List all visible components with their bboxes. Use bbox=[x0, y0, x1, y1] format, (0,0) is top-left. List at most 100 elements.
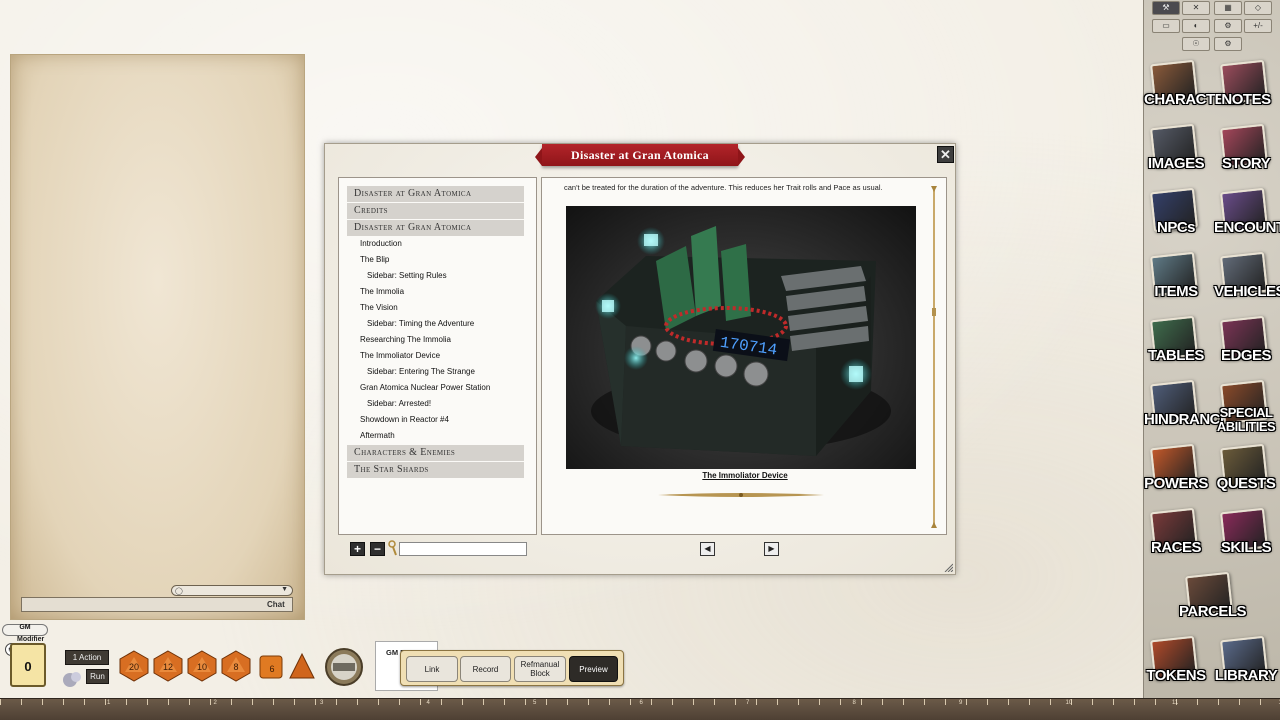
sidebar-item-tokens[interactable]: TOKENS bbox=[1144, 634, 1208, 696]
chip-icon[interactable] bbox=[324, 647, 364, 687]
action-button[interactable]: 1 Action bbox=[65, 650, 109, 665]
chat-mode-dropdown[interactable]: ◯ ▼ bbox=[171, 585, 293, 596]
previous-page-button[interactable]: ◀ bbox=[700, 542, 715, 556]
die-label: 8 bbox=[233, 662, 238, 672]
toc-item[interactable]: Credits bbox=[347, 203, 524, 219]
ruler-number[interactable]: 3 bbox=[320, 700, 323, 706]
d10-icon[interactable]: 10 bbox=[186, 650, 218, 682]
close-icon[interactable]: ✕ bbox=[937, 146, 954, 163]
sidebar-item-special-abilities[interactable]: SPECIAL ABILITIES bbox=[1214, 378, 1278, 440]
modifier-value[interactable]: 0 bbox=[10, 643, 46, 687]
figure-caption[interactable]: The Immoliator Device bbox=[542, 471, 948, 480]
toc-item[interactable]: Sidebar: Entering The Strange bbox=[367, 367, 475, 376]
toc-item[interactable]: Sidebar: Arrested! bbox=[367, 399, 431, 408]
ruler-number[interactable]: 6 bbox=[640, 700, 643, 706]
ruler-tick bbox=[756, 699, 757, 705]
toc-item[interactable]: The Vision bbox=[360, 303, 398, 312]
d20-icon[interactable]: 20 bbox=[118, 650, 150, 682]
chat-input[interactable] bbox=[21, 597, 293, 612]
sidebar-item-label: SKILLS bbox=[1214, 540, 1278, 555]
sidebar-item-parcels[interactable]: PARCELS bbox=[1179, 570, 1243, 632]
mode-button-record[interactable]: Record bbox=[460, 656, 511, 682]
d12-icon[interactable]: 12 bbox=[152, 650, 184, 682]
sidebar-item-hindrances[interactable]: HINDRANCES bbox=[1144, 378, 1208, 440]
dice-tool-icon[interactable]: ▦ bbox=[1214, 1, 1242, 15]
ruler-number[interactable]: 10 bbox=[1066, 700, 1073, 706]
chat-panel: ◯ ▼ Chat bbox=[10, 54, 305, 620]
dice-bag-icon[interactable] bbox=[60, 668, 84, 688]
toc-item[interactable]: The Blip bbox=[360, 255, 389, 264]
toc-item[interactable]: The Immoliator Device bbox=[360, 351, 440, 360]
ruler-number[interactable]: 1 bbox=[107, 700, 110, 706]
ruler-number[interactable]: 9 bbox=[959, 700, 962, 706]
mode-button-link[interactable]: Link bbox=[406, 656, 458, 682]
toc-item[interactable]: Gran Atomica Nuclear Power Station bbox=[360, 383, 490, 392]
tokens-tool-icon[interactable]: ✕ bbox=[1182, 1, 1210, 15]
sidebar-item-edges[interactable]: EDGES bbox=[1214, 314, 1278, 376]
toc-item[interactable]: Sidebar: Setting Rules bbox=[367, 271, 447, 280]
mode-button-refmanual-block[interactable]: Refmanual Block bbox=[514, 656, 566, 682]
toc-item[interactable]: Aftermath bbox=[360, 431, 395, 440]
ruler-tick bbox=[882, 699, 883, 705]
collapse-all-button[interactable]: − bbox=[370, 542, 385, 556]
toc-item[interactable]: Disaster at Gran Atomica bbox=[347, 220, 524, 236]
sidebar-item-npcs[interactable]: NPCs bbox=[1144, 186, 1208, 248]
toc-item[interactable]: Disaster at Gran Atomica bbox=[347, 186, 524, 202]
toc-item[interactable]: Introduction bbox=[360, 239, 402, 248]
options-tool-icon[interactable]: ◇ bbox=[1244, 1, 1272, 15]
run-button[interactable]: Run bbox=[86, 669, 109, 684]
die-label: 12 bbox=[163, 662, 173, 672]
search-input[interactable] bbox=[399, 542, 527, 556]
sidebar-item-tables[interactable]: TABLES bbox=[1144, 314, 1208, 376]
sidebar-item-characters[interactable]: CHARACTERS bbox=[1144, 58, 1208, 120]
toc-item[interactable]: Showdown in Reactor #4 bbox=[360, 415, 449, 424]
sidebar-item-story[interactable]: STORY bbox=[1214, 122, 1278, 184]
chat-send-button[interactable]: Chat bbox=[267, 600, 285, 609]
lighting-tool-icon[interactable]: ▭ bbox=[1152, 19, 1180, 33]
sidebar-item-skills[interactable]: SKILLS bbox=[1214, 506, 1278, 568]
ruler-tick bbox=[105, 699, 106, 705]
scrollbar[interactable] bbox=[931, 186, 937, 528]
sidebar-item-items[interactable]: ITEMS bbox=[1144, 250, 1208, 312]
gear-icon[interactable]: ⚙ bbox=[1214, 37, 1242, 51]
pointer-tool-icon[interactable]: ⚒ bbox=[1152, 1, 1180, 15]
sidebar-item-quests[interactable]: QUESTS bbox=[1214, 442, 1278, 504]
ruler-tick bbox=[609, 699, 610, 705]
immoliator-device-image[interactable]: 170714 bbox=[566, 206, 916, 469]
ruler-tick bbox=[483, 699, 484, 705]
modifier-tool-icon[interactable]: +/- bbox=[1244, 19, 1272, 33]
sidebar-item-races[interactable]: RACES bbox=[1144, 506, 1208, 568]
sidebar-item-encounters[interactable]: ENCOUNTERS bbox=[1214, 186, 1278, 248]
sidebar-item-powers[interactable]: POWERS bbox=[1144, 442, 1208, 504]
toc-item[interactable]: Researching The Immolia bbox=[360, 335, 451, 344]
mask-tool-icon[interactable]: ◐ bbox=[1182, 19, 1210, 33]
resize-grip-icon[interactable] bbox=[943, 562, 953, 572]
ruler-number[interactable]: 7 bbox=[746, 700, 749, 706]
toc-item[interactable]: Sidebar: Timing the Adventure bbox=[367, 319, 474, 328]
sidebar-item-images[interactable]: IMAGES bbox=[1144, 122, 1208, 184]
party-tool-icon[interactable]: ☉ bbox=[1182, 37, 1210, 51]
d4-icon[interactable] bbox=[288, 650, 320, 682]
next-page-button[interactable]: ▶ bbox=[764, 542, 779, 556]
sidebar-item-label: SPECIAL ABILITIES bbox=[1214, 406, 1278, 434]
ruler-number[interactable]: 11 bbox=[1172, 700, 1178, 706]
ruler-tick bbox=[210, 699, 211, 705]
ruler-tick bbox=[462, 699, 463, 705]
mode-button-preview[interactable]: Preview bbox=[569, 656, 618, 682]
sidebar-item-library[interactable]: LIBRARY bbox=[1214, 634, 1278, 696]
toc-item[interactable]: The Immolia bbox=[360, 287, 404, 296]
settings-tool-icon[interactable]: ⚙ bbox=[1214, 19, 1242, 33]
die-label: 20 bbox=[129, 662, 139, 672]
ruler-number[interactable]: 8 bbox=[853, 700, 856, 706]
ruler-number[interactable]: 4 bbox=[427, 700, 430, 706]
expand-all-button[interactable]: + bbox=[350, 542, 365, 556]
sidebar-item-notes[interactable]: NOTES bbox=[1214, 58, 1278, 120]
toc-item[interactable]: Characters & Enemies bbox=[347, 445, 524, 461]
ruler-tick bbox=[1029, 699, 1030, 705]
d8-icon[interactable]: 8 bbox=[220, 650, 252, 682]
d6-icon[interactable]: 6 bbox=[256, 652, 288, 684]
ruler-number[interactable]: 5 bbox=[533, 700, 536, 706]
toc-item[interactable]: The Star Shards bbox=[347, 462, 524, 478]
sidebar-item-vehicles[interactable]: VEHICLES bbox=[1214, 250, 1278, 312]
ruler-number[interactable]: 2 bbox=[214, 700, 217, 706]
